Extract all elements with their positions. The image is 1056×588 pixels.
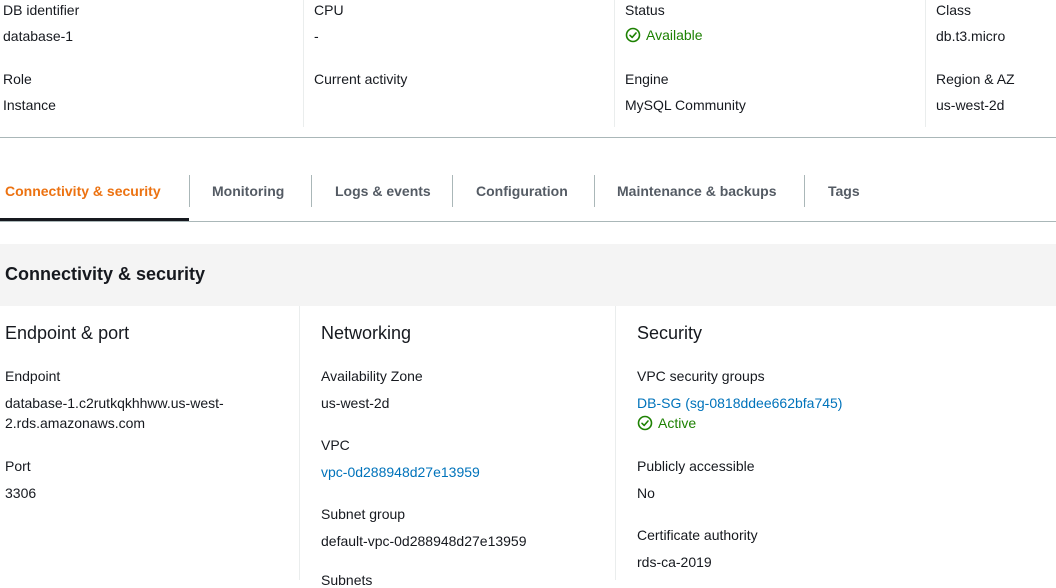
- tab-connectivity-security[interactable]: Connectivity & security: [5, 175, 161, 207]
- check-circle-icon: [637, 415, 653, 431]
- publicly-accessible-label: Publicly accessible: [637, 458, 755, 474]
- certificate-authority-value: rds-ca-2019: [637, 554, 712, 570]
- class-label: Class: [936, 2, 972, 18]
- summary-column-4: Class db.t3.micro Region & AZ us-west-2d: [936, 0, 1056, 127]
- tab-separator: [804, 175, 805, 207]
- networking-section: Networking Availability Zone us-west-2d …: [321, 306, 616, 588]
- endpoint-port-section: Endpoint & port Endpoint database-1.c2ru…: [5, 306, 300, 580]
- endpoint-value-line2: 2.rds.amazonaws.com: [5, 415, 146, 431]
- port-label: Port: [5, 458, 31, 474]
- security-group-link[interactable]: DB-SG (sg-0818ddee662bfa745): [637, 395, 842, 411]
- subnets-label: Subnets: [321, 572, 373, 588]
- summary-column-2: CPU - Current activity: [314, 0, 615, 127]
- subnet-group-value: default-vpc-0d288948d27e13959: [321, 533, 527, 549]
- vpc-label: VPC: [321, 437, 350, 453]
- role-value: Instance: [3, 97, 56, 113]
- engine-label: Engine: [625, 71, 669, 87]
- status-text: Available: [646, 27, 703, 43]
- vpc-link[interactable]: vpc-0d288948d27e13959: [321, 464, 480, 480]
- status-label: Status: [625, 2, 665, 18]
- security-section: Security VPC security groups DB-SG (sg-0…: [637, 306, 1056, 580]
- endpoint-label: Endpoint: [5, 368, 61, 384]
- vpc-security-groups-label: VPC security groups: [637, 368, 765, 384]
- networking-title: Networking: [321, 323, 412, 343]
- tab-logs-events[interactable]: Logs & events: [335, 175, 431, 207]
- check-circle-icon: [625, 27, 641, 43]
- summary-panel: DB identifier database-1 Role Instance C…: [0, 0, 1056, 138]
- tab-configuration[interactable]: Configuration: [476, 175, 568, 207]
- region-az-value: us-west-2d: [936, 97, 1005, 113]
- port-value: 3306: [5, 485, 37, 501]
- tab-tags[interactable]: Tags: [828, 175, 860, 207]
- current-activity-label: Current activity: [314, 71, 408, 87]
- role-label: Role: [3, 71, 32, 87]
- class-value: db.t3.micro: [936, 28, 1006, 44]
- publicly-accessible-value: No: [637, 485, 655, 501]
- availability-zone-label: Availability Zone: [321, 368, 423, 384]
- endpoint-port-title: Endpoint & port: [5, 323, 130, 343]
- tab-separator: [189, 175, 190, 207]
- summary-column-3: Status Available Engine MySQL Community: [625, 0, 926, 127]
- security-group-status: Active: [637, 415, 696, 431]
- tab-bar-divider: [0, 221, 1056, 222]
- summary-divider: [0, 137, 1056, 138]
- certificate-authority-label: Certificate authority: [637, 527, 758, 543]
- tab-maintenance-backups[interactable]: Maintenance & backups: [617, 175, 777, 207]
- panel-title: Connectivity & security: [5, 264, 206, 284]
- subnet-group-label: Subnet group: [321, 506, 406, 522]
- tab-monitoring[interactable]: Monitoring: [212, 175, 284, 207]
- tab-separator: [311, 175, 312, 207]
- engine-value: MySQL Community: [625, 97, 746, 113]
- tab-separator: [452, 175, 453, 207]
- db-identifier-label: DB identifier: [3, 2, 80, 18]
- status-value: Available: [625, 27, 703, 43]
- tab-separator: [594, 175, 595, 207]
- endpoint-value-line1: database-1.c2rutkqkhhww.us-west-: [5, 395, 224, 411]
- availability-zone-value: us-west-2d: [321, 395, 390, 411]
- cpu-label: CPU: [314, 2, 344, 18]
- region-az-label: Region & AZ: [936, 71, 1015, 87]
- cpu-value: -: [314, 28, 319, 44]
- db-identifier-value: database-1: [3, 28, 74, 44]
- summary-column-1: DB identifier database-1 Role Instance: [3, 0, 304, 127]
- security-title: Security: [637, 323, 703, 343]
- security-group-status-text: Active: [658, 415, 697, 431]
